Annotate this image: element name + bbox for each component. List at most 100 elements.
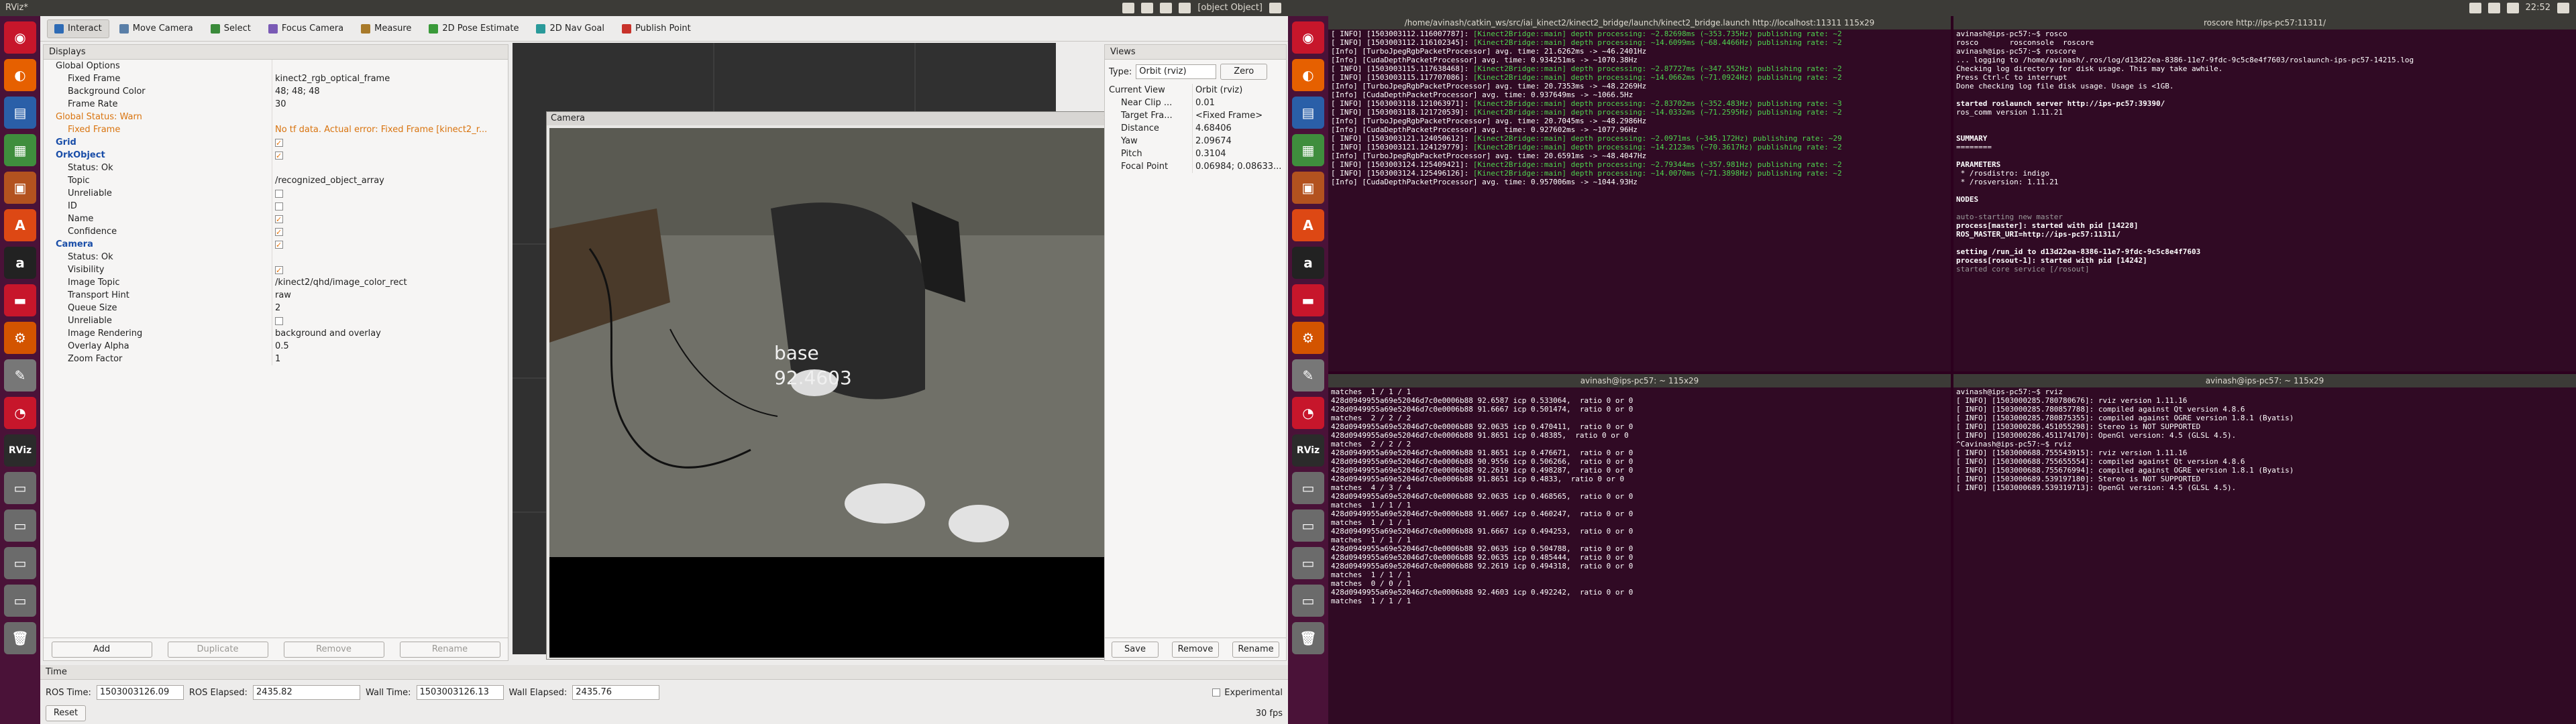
software-center-icon[interactable]: A [1292, 209, 1324, 241]
display-row[interactable]: Fixed Frame kinect2_rgb_optical_frame [44, 72, 508, 85]
display-row[interactable]: Global Options [44, 60, 508, 72]
display-row[interactable]: Topic/recognized_object_array [44, 174, 508, 187]
text-editor-icon[interactable]: ✎ [4, 359, 36, 391]
terminal-rviz[interactable]: avinash@ips-pc57: ~ 115x29 avinash@ips-p… [1953, 374, 2576, 724]
volume-icon[interactable] [1179, 3, 1191, 13]
display-checkbox[interactable] [275, 226, 283, 238]
view-row[interactable]: Current View Orbit (rviz) [1105, 84, 1286, 97]
display-row[interactable]: Status: Ok [44, 251, 508, 263]
display-checkbox[interactable] [275, 264, 283, 276]
view-row[interactable]: Focal Point 0.06984; 0.08633... [1105, 160, 1286, 173]
duplicate-button[interactable]: Duplicate [167, 641, 268, 658]
trash-icon[interactable]: 🗑 [1292, 622, 1324, 654]
power-icon[interactable] [1269, 3, 1281, 13]
display-row[interactable]: Camera [44, 238, 508, 251]
rviz-icon[interactable]: RViz [1292, 434, 1324, 467]
settings-icon[interactable]: ⚙ [1292, 322, 1324, 354]
writer-icon[interactable]: ▤ [4, 97, 36, 129]
display-row[interactable]: Name [44, 213, 508, 225]
writer-icon[interactable]: ▤ [1292, 97, 1324, 129]
drive-icon[interactable]: ▭ [4, 585, 36, 617]
display-row-value[interactable]: /kinect2/qhd/image_color_rect [275, 278, 407, 288]
calc-icon[interactable]: ▦ [1292, 134, 1324, 166]
display-row[interactable]: ID [44, 200, 508, 213]
display-checkbox[interactable] [275, 202, 283, 210]
trash-icon[interactable]: 🗑 [4, 622, 36, 654]
display-row[interactable]: Frame Rate 30 [44, 98, 508, 111]
display-row[interactable]: Zoom Factor 1 [44, 353, 508, 365]
view-row[interactable]: Near Clip ... 0.01 [1105, 97, 1286, 109]
volume-icon[interactable] [2506, 3, 2519, 13]
ros-time-field[interactable]: 1503003126.09 [96, 685, 184, 700]
view-row[interactable]: Yaw 2.09674 [1105, 135, 1286, 147]
display-row[interactable]: Unreliable [44, 187, 508, 200]
firefox-icon[interactable]: ◐ [1292, 59, 1324, 91]
software-center-icon[interactable]: A [4, 209, 36, 241]
toolbar-measure-button[interactable]: Measure [354, 19, 419, 38]
system-monitor-icon[interactable]: ◔ [1292, 397, 1324, 429]
toolbar-interact-button[interactable]: Interact [47, 19, 109, 38]
drive-icon[interactable]: ▭ [1292, 547, 1324, 579]
drive-icon[interactable]: ▭ [4, 547, 36, 579]
network-icon[interactable] [2487, 3, 2500, 13]
display-row-value[interactable]: background and overlay [275, 328, 381, 339]
display-row-value[interactable]: 30 [275, 99, 286, 109]
display-row[interactable]: Background Color 48; 48; 48 [44, 85, 508, 98]
rviz-icon[interactable]: RViz [4, 434, 36, 467]
display-row[interactable]: Image Topic/kinect2/qhd/image_color_rect [44, 276, 508, 289]
add-button[interactable]: Add [51, 641, 152, 658]
display-row-value[interactable]: kinect2_rgb_optical_frame [275, 74, 390, 84]
display-row[interactable]: Fixed Frame No tf data. Actual error: Fix… [44, 123, 508, 136]
settings-icon[interactable]: ⚙ [4, 322, 36, 354]
display-checkbox[interactable] [275, 213, 283, 225]
keyboard-layout-icon[interactable] [1141, 3, 1154, 13]
keyboard-layout-icon[interactable] [2469, 3, 2481, 13]
wall-elapsed-field[interactable]: 2435.76 [572, 685, 660, 700]
display-row[interactable]: OrkObject [44, 149, 508, 162]
dropbox-icon[interactable] [1122, 3, 1135, 13]
calc-icon[interactable]: ▦ [4, 134, 36, 166]
remove-button[interactable]: Remove [283, 641, 384, 658]
display-row[interactable]: Image Rendering background and overlay [44, 327, 508, 340]
display-row[interactable]: Global Status: Warn [44, 111, 508, 123]
display-row[interactable]: Visibility [44, 263, 508, 276]
rename-view-button[interactable]: Rename [1232, 641, 1279, 658]
display-row[interactable]: Overlay Alpha 0.5 [44, 340, 508, 353]
drive-icon[interactable]: ▭ [1292, 472, 1324, 504]
drive-icon[interactable]: ▭ [1292, 585, 1324, 617]
clock[interactable]: [object Object] [1197, 0, 1263, 16]
view-row[interactable]: Distance 4.68406 [1105, 122, 1286, 135]
display-row[interactable]: Status: Ok [44, 162, 508, 174]
display-row-value[interactable]: 1 [275, 354, 280, 364]
dash-icon[interactable]: ◉ [1292, 21, 1324, 54]
text-editor-icon[interactable]: ✎ [1292, 359, 1324, 391]
reset-button[interactable]: Reset [46, 705, 86, 721]
experimental-checkbox[interactable] [1212, 688, 1221, 697]
toolbar-publish-point-button[interactable]: Publish Point [614, 19, 698, 38]
terminal-roscore[interactable]: roscore http://ips-pc57:11311/ avinash@i… [1953, 16, 2576, 371]
remove-view-button[interactable]: Remove [1172, 641, 1219, 658]
impress-icon[interactable]: ▣ [1292, 172, 1324, 204]
firefox-icon[interactable]: ◐ [4, 59, 36, 91]
zero-button[interactable]: Zero [1220, 64, 1268, 80]
experimental-option[interactable]: Experimental [1212, 688, 1283, 698]
display-checkbox[interactable] [275, 149, 283, 162]
terminal-object-recognition[interactable]: avinash@ips-pc57: ~ 115x29 matches 1 / 1… [1328, 374, 1951, 724]
display-row[interactable]: Grid [44, 136, 508, 149]
display-row[interactable]: Confidence [44, 225, 508, 238]
impress-icon[interactable]: ▣ [4, 172, 36, 204]
toolbar-2d-nav-goal-button[interactable]: 2D Nav Goal [529, 19, 612, 38]
toolbar-focus-camera-button[interactable]: Focus Camera [261, 19, 351, 38]
drive-icon[interactable]: ▭ [4, 472, 36, 504]
terminal-kinect-bridge[interactable]: /home/avinash/catkin_ws/src/iai_kinect2/… [1328, 16, 1951, 371]
ros-elapsed-field[interactable]: 2435.82 [252, 685, 360, 700]
display-row-value[interactable]: 48; 48; 48 [275, 86, 320, 97]
view-type-select[interactable]: Orbit (rviz) [1136, 64, 1217, 79]
display-row[interactable]: Unreliable [44, 314, 508, 327]
power-icon[interactable] [2557, 3, 2569, 13]
display-checkbox[interactable] [275, 137, 283, 149]
display-row-value[interactable]: raw [275, 290, 291, 300]
display-row-value[interactable]: 0.5 [275, 341, 289, 351]
toolbar-select-button[interactable]: Select [203, 19, 258, 38]
wall-time-field[interactable]: 1503003126.13 [416, 685, 504, 700]
